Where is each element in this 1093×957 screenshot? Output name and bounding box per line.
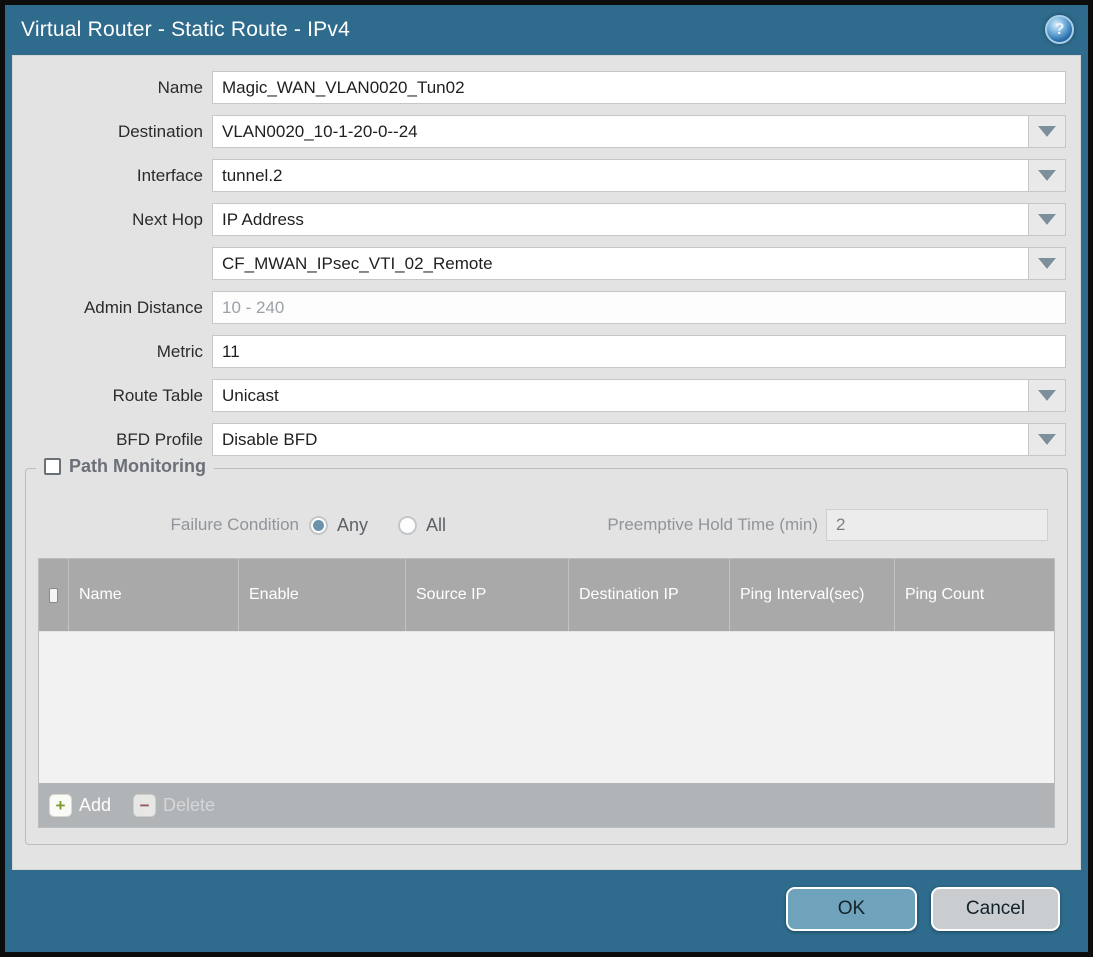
column-header-ping-interval[interactable]: Ping Interval(sec): [730, 559, 895, 631]
radio-all-label: All: [426, 515, 446, 536]
chevron-down-icon: [1038, 214, 1056, 225]
static-route-form: Name Destination Interface: [13, 56, 1080, 456]
dialog-body: Name Destination Interface: [12, 55, 1081, 870]
admin-distance-label: Admin Distance: [13, 298, 212, 318]
next-hop-row: Next Hop: [13, 203, 1066, 236]
table-header-row: Name Enable Source IP Destination IP Pin…: [39, 559, 1054, 631]
path-monitoring-table: Name Enable Source IP Destination IP Pin…: [38, 558, 1055, 828]
radio-unselected-icon: [398, 516, 417, 535]
destination-label: Destination: [13, 122, 212, 142]
interface-input[interactable]: [212, 159, 1029, 192]
hold-time-label: Preemptive Hold Time (min): [607, 515, 826, 535]
chevron-down-icon: [1038, 390, 1056, 401]
radio-selected-icon: [309, 516, 328, 535]
ok-button[interactable]: OK: [786, 887, 917, 931]
admin-distance-input[interactable]: [212, 291, 1066, 324]
route-table-dropdown-button[interactable]: [1029, 379, 1066, 412]
name-input[interactable]: [212, 71, 1066, 104]
bfd-profile-row: BFD Profile: [13, 423, 1066, 456]
admin-distance-row: Admin Distance: [13, 291, 1066, 324]
path-monitoring-section: Path Monitoring Failure Condition Any Al…: [25, 468, 1068, 845]
chevron-down-icon: [1038, 258, 1056, 269]
metric-row: Metric: [13, 335, 1066, 368]
minus-icon: −: [133, 794, 156, 817]
destination-row: Destination: [13, 115, 1066, 148]
select-all-checkbox[interactable]: [49, 588, 58, 603]
chevron-down-icon: [1038, 434, 1056, 445]
interface-row: Interface: [13, 159, 1066, 192]
path-monitoring-legend: Path Monitoring: [36, 456, 214, 477]
add-button-label: Add: [79, 795, 111, 816]
table-body-empty: [39, 631, 1054, 783]
metric-label: Metric: [13, 342, 212, 362]
column-header-source-ip[interactable]: Source IP: [406, 559, 569, 631]
failure-condition-row: Failure Condition Any All Preemptive Hol…: [26, 509, 1067, 541]
path-monitoring-checkbox[interactable]: [44, 458, 61, 475]
route-table-row: Route Table: [13, 379, 1066, 412]
dialog-footer: OK Cancel: [5, 865, 1088, 952]
chevron-down-icon: [1038, 126, 1056, 137]
bfd-profile-dropdown-button[interactable]: [1029, 423, 1066, 456]
delete-button-label: Delete: [163, 795, 215, 816]
column-header-destination-ip[interactable]: Destination IP: [569, 559, 730, 631]
column-header-name[interactable]: Name: [69, 559, 239, 631]
table-toolbar: + Add − Delete: [39, 783, 1054, 827]
column-header-enable[interactable]: Enable: [239, 559, 406, 631]
next-hop-dropdown-button[interactable]: [1029, 203, 1066, 236]
route-table-label: Route Table: [13, 386, 212, 406]
name-row: Name: [13, 71, 1066, 104]
next-hop-label: Next Hop: [13, 210, 212, 230]
failure-condition-label: Failure Condition: [26, 515, 309, 535]
help-icon[interactable]: ?: [1045, 15, 1074, 44]
bfd-profile-input[interactable]: [212, 423, 1029, 456]
interface-label: Interface: [13, 166, 212, 186]
destination-input[interactable]: [212, 115, 1029, 148]
path-monitoring-title: Path Monitoring: [69, 456, 206, 477]
route-table-input[interactable]: [212, 379, 1029, 412]
select-all-cell: [39, 559, 69, 631]
interface-dropdown-button[interactable]: [1029, 159, 1066, 192]
bfd-profile-label: BFD Profile: [13, 430, 212, 450]
delete-button[interactable]: − Delete: [133, 794, 215, 817]
failure-condition-any-radio[interactable]: Any: [309, 515, 368, 536]
next-hop-address-dropdown-button[interactable]: [1029, 247, 1066, 280]
cancel-button[interactable]: Cancel: [931, 887, 1060, 931]
hold-time-input[interactable]: [826, 509, 1048, 541]
dialog-titlebar: Virtual Router - Static Route - IPv4 ?: [5, 5, 1088, 55]
next-hop-type-input[interactable]: [212, 203, 1029, 236]
name-label: Name: [13, 78, 212, 98]
metric-input[interactable]: [212, 335, 1066, 368]
chevron-down-icon: [1038, 170, 1056, 181]
dialog-title: Virtual Router - Static Route - IPv4: [5, 18, 350, 42]
failure-condition-all-radio[interactable]: All: [398, 515, 446, 536]
add-button[interactable]: + Add: [49, 794, 111, 817]
next-hop-address-input[interactable]: [212, 247, 1029, 280]
destination-dropdown-button[interactable]: [1029, 115, 1066, 148]
radio-any-label: Any: [337, 515, 368, 536]
column-header-ping-count[interactable]: Ping Count: [895, 559, 1054, 631]
static-route-dialog: Virtual Router - Static Route - IPv4 ? N…: [0, 0, 1093, 957]
plus-icon: +: [49, 794, 72, 817]
next-hop-address-row: [13, 247, 1066, 280]
